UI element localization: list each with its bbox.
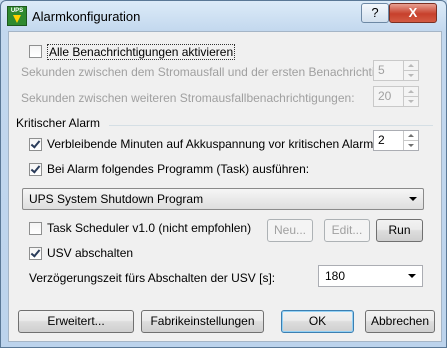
task-scheduler-label: Task Scheduler v1.0 (nicht empfohlen) — [47, 221, 252, 235]
spinner-down-icon[interactable] — [403, 97, 418, 106]
dialog-body: Alle Benachrichtigungen aktivieren Sekun… — [8, 31, 442, 342]
minutes-spinner[interactable]: 2 — [373, 130, 419, 151]
edit-task-button[interactable]: Edit... — [324, 219, 370, 242]
minutes-before-alarm-label: Verbleibende Minuten auf Akkuspannung vo… — [47, 137, 377, 151]
repeat-delay-value: 20 — [378, 89, 392, 103]
repeat-delay-spinner[interactable]: 20 — [373, 86, 419, 107]
run-program-checkbox[interactable] — [29, 163, 42, 176]
title-bar[interactable]: UPS Alarmkonfiguration ? X — [1, 1, 446, 31]
lightning-icon — [13, 15, 21, 23]
spinner-up-icon[interactable] — [403, 87, 418, 97]
app-icon-text: UPS — [10, 8, 24, 14]
spinner-down-icon[interactable] — [403, 71, 418, 80]
new-task-button[interactable]: Neu... — [267, 219, 313, 242]
critical-alarm-group-label: Kritischer Alarm — [16, 116, 101, 130]
task-scheduler-checkbox[interactable] — [29, 222, 42, 235]
run-program-label: Bei Alarm folgendes Programm (Task) ausf… — [47, 162, 310, 176]
shutdown-ups-checkbox[interactable] — [29, 247, 42, 260]
shutdown-delay-label: Verzögerungszeit fürs Abschalten der USV… — [29, 271, 276, 285]
shutdown-ups-label: USV abschalten — [47, 246, 134, 260]
ups-app-icon: UPS — [7, 6, 27, 26]
chevron-down-icon — [408, 274, 416, 278]
spinner-up-icon[interactable] — [403, 131, 418, 141]
program-select[interactable]: UPS System Shutdown Program — [22, 188, 424, 210]
first-delay-label: Sekunden zwischen dem Stromausfall und d… — [21, 65, 405, 79]
enable-all-notifications-label[interactable]: Alle Benachrichtigungen aktivieren — [47, 44, 236, 60]
repeat-delay-label: Sekunden zwischen weiteren Stromausfallb… — [21, 91, 355, 105]
run-task-button[interactable]: Run — [376, 219, 423, 242]
shutdown-delay-value: 180 — [325, 269, 346, 283]
dialog-window: UPS Alarmkonfiguration ? X Alle Benachri… — [0, 0, 447, 348]
minutes-value: 2 — [378, 133, 385, 147]
cancel-button[interactable]: Abbrechen — [365, 310, 435, 333]
help-button[interactable]: ? — [361, 3, 389, 23]
ok-button[interactable]: OK — [281, 310, 354, 333]
program-selected-value: UPS System Shutdown Program — [29, 192, 204, 206]
advanced-button[interactable]: Erweitert... — [18, 310, 134, 333]
spinner-down-icon[interactable] — [403, 141, 418, 150]
enable-all-notifications-checkbox[interactable] — [29, 45, 42, 58]
first-delay-value: 5 — [378, 63, 385, 77]
minutes-before-alarm-checkbox[interactable] — [29, 138, 42, 151]
group-divider — [109, 125, 433, 127]
factory-defaults-button[interactable]: Fabrikeinstellungen — [141, 310, 264, 333]
shutdown-delay-select[interactable]: 180 — [318, 265, 423, 287]
window-title: Alarmkonfiguration — [32, 9, 141, 24]
chevron-down-icon — [409, 197, 417, 201]
spinner-up-icon[interactable] — [403, 61, 418, 71]
close-button[interactable]: X — [389, 3, 437, 23]
first-delay-spinner[interactable]: 5 — [373, 60, 419, 81]
